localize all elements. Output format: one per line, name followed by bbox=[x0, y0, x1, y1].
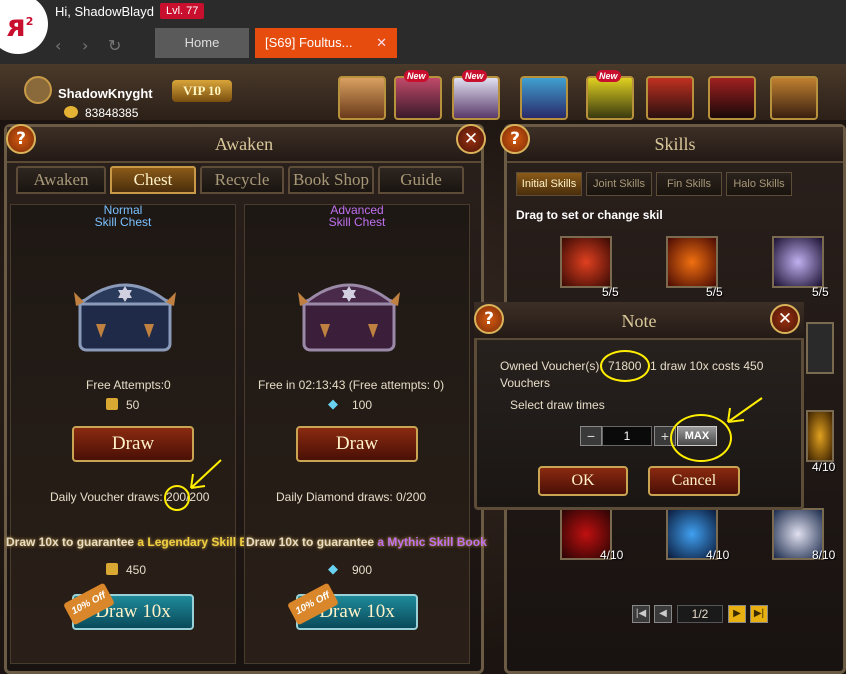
annotation-arrow bbox=[727, 397, 763, 423]
normal-guarantee-prefix: Draw 10x to guarantee bbox=[6, 535, 135, 549]
user-greeting: Hi, ShadowBlayd bbox=[55, 4, 154, 19]
logo-icon: ᴙ2 bbox=[6, 9, 34, 44]
advanced-daily-draws: Daily Diamond draws: 0/200 bbox=[276, 490, 427, 504]
tab-home[interactable]: Home bbox=[155, 28, 249, 58]
new-badge: New bbox=[596, 70, 621, 82]
diamond-icon: ◆ bbox=[328, 561, 338, 576]
tab-game-label: [S69] Foultus... bbox=[265, 35, 353, 50]
normal-free-attempts: Free Attempts:0 bbox=[86, 378, 171, 392]
skills-title: Skills bbox=[654, 134, 696, 154]
draw-cost-text: 1 draw 10x costs 450 bbox=[650, 359, 764, 373]
feature-icon-2[interactable]: New bbox=[394, 70, 442, 120]
first-page-icon[interactable]: |◀ bbox=[632, 605, 650, 623]
feature-icon-4[interactable] bbox=[520, 76, 568, 120]
normal-draw-cost: 50 bbox=[126, 398, 140, 412]
note-help-button[interactable]: ? bbox=[474, 304, 504, 334]
skill-slot[interactable] bbox=[666, 236, 718, 288]
tab-fin-skills[interactable]: Fin Skills bbox=[656, 172, 722, 196]
skill-slot[interactable] bbox=[560, 236, 612, 288]
normal-draw-button[interactable]: Draw bbox=[72, 426, 194, 462]
voucher-icon bbox=[106, 398, 118, 410]
advanced-chest-title-line2: Skill Chest bbox=[328, 215, 386, 229]
normal-chest-title-line2: Skill Chest bbox=[94, 215, 152, 229]
awaken-help-button[interactable]: ? bbox=[6, 124, 36, 154]
feature-icon-8[interactable] bbox=[770, 76, 818, 120]
next-page-icon[interactable]: ▶ bbox=[728, 605, 746, 623]
skill-slot[interactable] bbox=[806, 410, 834, 462]
advanced-guarantee-prefix: Draw 10x to guarantee bbox=[246, 535, 375, 549]
advanced-guarantee: Draw 10x to guarantee a Mythic Skill Boo… bbox=[246, 535, 487, 549]
decrement-button[interactable]: − bbox=[580, 426, 602, 446]
normal-draw10-cost: 450 bbox=[126, 563, 147, 577]
new-badge: New bbox=[404, 70, 429, 82]
awaken-close-button[interactable]: ✕ bbox=[456, 124, 486, 154]
new-badge: New bbox=[462, 70, 487, 82]
skill-level: 4/10 bbox=[706, 548, 730, 562]
page-indicator: 1/2 bbox=[677, 605, 723, 623]
last-page-icon[interactable]: ▶| bbox=[750, 605, 768, 623]
feature-icon-7[interactable] bbox=[708, 76, 756, 120]
close-tab-icon[interactable]: ✕ bbox=[376, 28, 387, 58]
skills-instruction: Drag to set or change skil bbox=[516, 208, 663, 222]
awaken-title-bar: Awaken bbox=[7, 127, 481, 163]
note-close-button[interactable]: ✕ bbox=[770, 304, 800, 334]
skill-level: 4/10 bbox=[812, 460, 836, 474]
tab-recycle[interactable]: Recycle bbox=[200, 166, 284, 194]
tab-joint-skills[interactable]: Joint Skills bbox=[586, 172, 652, 196]
advanced-draw-button[interactable]: Draw bbox=[296, 426, 418, 462]
back-icon[interactable]: ‹ bbox=[55, 36, 61, 55]
advanced-draw10-cost: 900 bbox=[352, 563, 373, 577]
skills-title-bar: Skills bbox=[507, 127, 843, 163]
skill-level: 5/5 bbox=[812, 285, 829, 299]
skill-slot[interactable] bbox=[806, 322, 834, 374]
owned-voucher-label: Owned Voucher(s): bbox=[500, 359, 603, 373]
tab-awaken[interactable]: Awaken bbox=[16, 166, 106, 194]
feature-icon-6[interactable] bbox=[646, 76, 694, 120]
skills-help-button[interactable]: ? bbox=[500, 124, 530, 154]
forward-icon[interactable]: › bbox=[82, 36, 88, 55]
feature-icon-5[interactable]: New bbox=[586, 70, 634, 120]
level-badge: Lvl. 77 bbox=[160, 3, 205, 19]
cancel-button[interactable]: Cancel bbox=[648, 466, 740, 496]
tab-initial-skills[interactable]: Initial Skills bbox=[516, 172, 582, 196]
player-name: ShadowKnyght bbox=[58, 86, 153, 101]
select-draw-times-label: Select draw times bbox=[510, 398, 605, 412]
voucher-icon bbox=[106, 563, 118, 575]
skill-slot[interactable] bbox=[772, 236, 824, 288]
ok-button[interactable]: OK bbox=[538, 466, 628, 496]
feature-icon-3[interactable]: New bbox=[452, 70, 500, 120]
awaken-title: Awaken bbox=[214, 134, 274, 154]
note-title: Note bbox=[474, 302, 804, 340]
reload-icon[interactable]: ↻ bbox=[108, 36, 121, 55]
advanced-free-timer: Free in 02:13:43 (Free attempts: 0) bbox=[258, 378, 445, 392]
normal-chest-icon bbox=[74, 283, 176, 352]
skill-level: 5/5 bbox=[602, 285, 619, 299]
tab-book-shop[interactable]: Book Shop bbox=[288, 166, 374, 194]
tab-chest[interactable]: Chest bbox=[110, 166, 196, 194]
avatar[interactable] bbox=[24, 76, 52, 104]
advanced-chest-icon bbox=[298, 283, 400, 352]
mythic-skill-book-label: a Mythic Skill Book bbox=[374, 535, 487, 549]
tab-game[interactable]: [S69] Foultus... ✕ bbox=[255, 28, 397, 58]
gold-amount: 83848385 bbox=[85, 106, 139, 120]
skill-level: 4/10 bbox=[600, 548, 624, 562]
tab-halo-skills[interactable]: Halo Skills bbox=[726, 172, 792, 196]
prev-page-icon[interactable]: ◀ bbox=[654, 605, 672, 623]
advanced-draw-cost: 100 bbox=[352, 398, 373, 412]
normal-guarantee: Draw 10x to guarantee a Legendary Skill … bbox=[6, 535, 263, 549]
skill-level: 8/10 bbox=[812, 548, 836, 562]
draw-times-input[interactable]: 1 bbox=[602, 426, 652, 446]
diamond-icon: ◆ bbox=[328, 396, 338, 411]
annotation-arrow bbox=[190, 459, 222, 489]
browser-toolbar: ᴙ2 Hi, ShadowBlayd Lvl. 77 ‹ › ↻ Home [S… bbox=[0, 0, 846, 64]
tab-guide[interactable]: Guide bbox=[378, 166, 464, 194]
draw-cost-unit: Vouchers bbox=[500, 376, 551, 390]
vip-badge[interactable]: VIP 10 bbox=[172, 80, 232, 102]
annotation-circle bbox=[600, 350, 650, 382]
gold-coin-icon bbox=[64, 106, 78, 118]
skill-level: 5/5 bbox=[706, 285, 723, 299]
feature-icon-1[interactable] bbox=[338, 76, 386, 120]
